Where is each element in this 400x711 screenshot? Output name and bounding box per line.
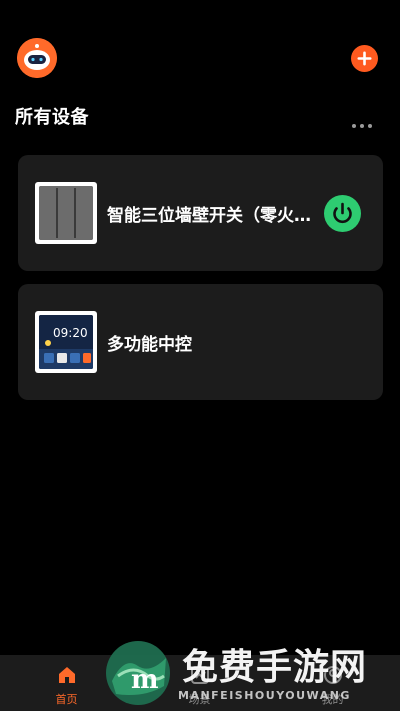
device-card-control-panel[interactable]: 09:20 多功能中控 xyxy=(18,284,383,400)
power-toggle-button[interactable] xyxy=(324,195,361,232)
add-device-button[interactable] xyxy=(351,45,378,72)
device-thumbnail xyxy=(35,182,97,244)
tab-profile[interactable]: 我的 xyxy=(266,655,399,711)
tab-home[interactable]: 首页 xyxy=(0,655,133,711)
scene-icon xyxy=(191,666,209,684)
three-gang-switch-icon xyxy=(39,186,93,240)
tab-label: 我的 xyxy=(321,693,344,706)
top-bar xyxy=(0,0,400,100)
tab-label: 场景 xyxy=(188,693,211,706)
bottom-tab-bar: 首页 场景 我的 xyxy=(0,655,400,711)
plus-icon xyxy=(357,51,372,66)
screen-time: 09:20 xyxy=(53,326,88,340)
control-panel-screen-icon: 09:20 xyxy=(39,315,93,369)
device-card-switch[interactable]: 智能三位墙壁开关（零火版） xyxy=(18,155,383,271)
device-thumbnail: 09:20 xyxy=(35,311,97,373)
profile-icon xyxy=(324,666,342,684)
tab-label: 首页 xyxy=(55,693,78,706)
robot-avatar-icon[interactable] xyxy=(17,38,57,78)
power-icon xyxy=(333,202,352,224)
device-name: 智能三位墙壁开关（零火版） xyxy=(107,206,312,226)
more-dots-icon[interactable] xyxy=(352,113,376,128)
home-icon xyxy=(59,667,75,683)
section-title: 所有设备 xyxy=(15,107,89,128)
device-name: 多功能中控 xyxy=(107,335,192,355)
tab-scene[interactable]: 场景 xyxy=(133,655,266,711)
